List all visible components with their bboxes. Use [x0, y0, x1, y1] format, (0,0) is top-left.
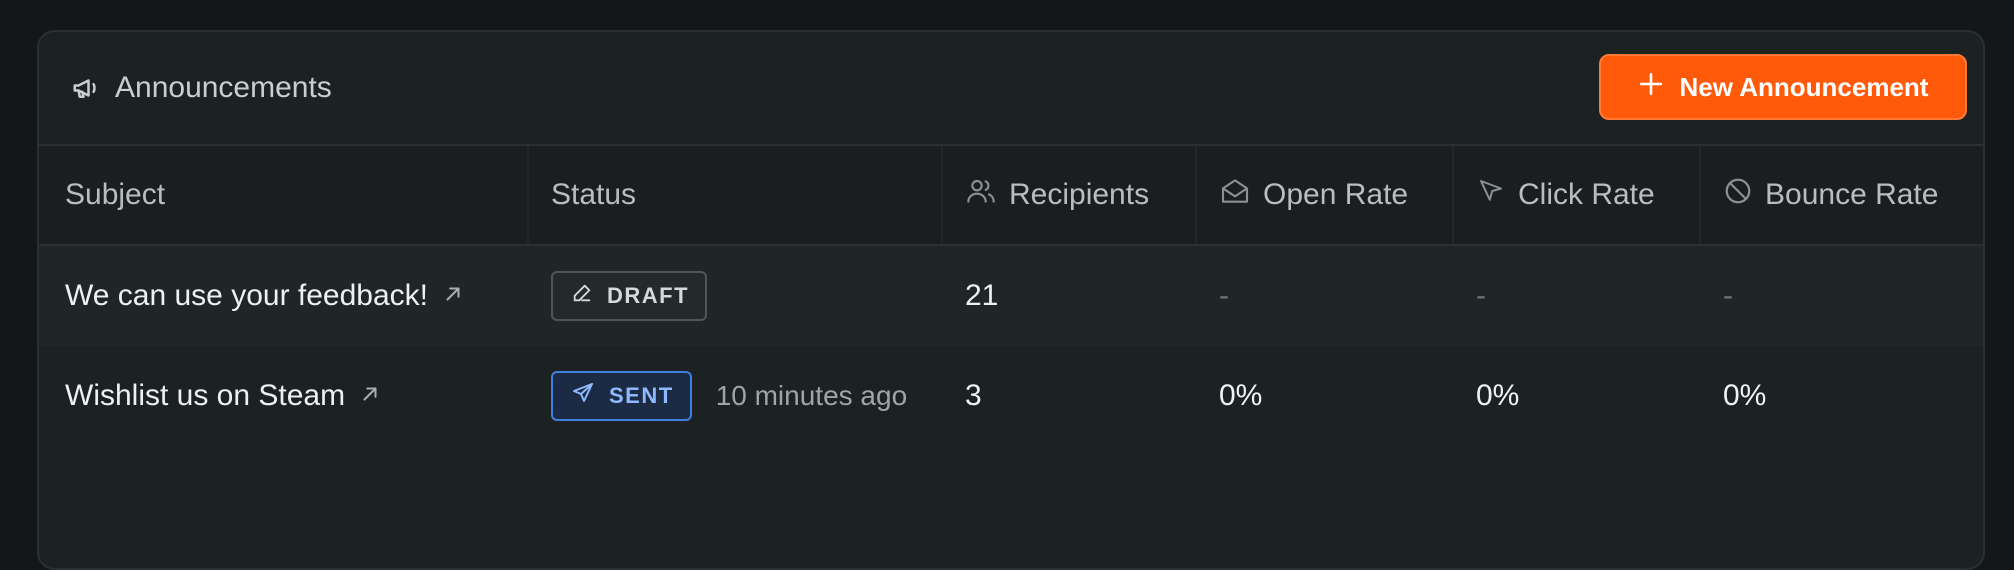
column-header-label: Click Rate — [1518, 178, 1655, 211]
status-label: SENT — [609, 383, 674, 408]
users-icon — [965, 175, 997, 215]
send-icon — [571, 381, 595, 411]
recipients-cell: 21 — [965, 279, 999, 312]
column-header-open-rate[interactable]: Open Rate — [1219, 146, 1408, 244]
click-rate-cell: 0% — [1476, 379, 1520, 412]
external-link-icon — [359, 379, 381, 413]
click-rate-cell: - — [1476, 279, 1486, 312]
megaphone-icon — [71, 73, 101, 103]
column-header-bounce-rate[interactable]: Bounce Rate — [1723, 146, 1938, 244]
table-row[interactable]: We can use your feedback! DRAFT 21 - - - — [39, 246, 1983, 346]
announcements-panel: Announcements New Announcement Subject S… — [37, 30, 1985, 570]
new-announcement-label: New Announcement — [1679, 71, 1929, 102]
status-cell: SENT 10 minutes ago — [551, 346, 907, 446]
subject-text: Wishlist us on Steam — [65, 379, 346, 412]
column-header-label: Recipients — [1009, 178, 1150, 211]
status-badge: SENT — [551, 371, 692, 421]
external-link-icon — [442, 279, 464, 313]
plus-icon — [1638, 71, 1664, 104]
subject-text: We can use your feedback! — [65, 279, 428, 312]
column-divider — [1195, 146, 1197, 244]
panel-title: Announcements — [71, 32, 332, 144]
cursor-icon — [1476, 176, 1506, 214]
status-badge: DRAFT — [551, 271, 708, 321]
ban-icon — [1723, 176, 1753, 214]
open-rate-cell: 0% — [1219, 379, 1263, 412]
panel-header: Announcements New Announcement — [39, 32, 1983, 146]
sent-time: 10 minutes ago — [715, 380, 908, 411]
table-row[interactable]: Wishlist us on Steam SENT 10 minutes ago… — [39, 346, 1983, 446]
bounce-rate-cell: 0% — [1723, 379, 1767, 412]
column-header-label: Bounce Rate — [1765, 178, 1939, 211]
column-divider — [1452, 146, 1454, 244]
announcements-table: Subject Status Recipients Open Rate Clic… — [39, 146, 1983, 446]
recipients-cell: 3 — [965, 379, 982, 412]
column-header-subject[interactable]: Subject — [65, 146, 165, 244]
subject-link[interactable]: Wishlist us on Steam — [65, 346, 381, 446]
status-label: DRAFT — [607, 283, 690, 308]
column-header-recipients[interactable]: Recipients — [965, 146, 1149, 244]
column-header-status[interactable]: Status — [551, 146, 636, 244]
new-announcement-button[interactable]: New Announcement — [1599, 54, 1967, 120]
subject-link[interactable]: We can use your feedback! — [65, 246, 464, 346]
open-rate-cell: - — [1219, 279, 1229, 312]
open-envelope-icon — [1219, 175, 1251, 215]
table-header-row: Subject Status Recipients Open Rate Clic… — [39, 146, 1983, 246]
column-divider — [941, 146, 943, 244]
bounce-rate-cell: - — [1723, 279, 1733, 312]
panel-title-text: Announcements — [115, 71, 332, 104]
pencil-icon — [571, 282, 593, 310]
column-header-label: Status — [551, 178, 637, 211]
column-header-label: Subject — [65, 178, 166, 211]
column-divider — [527, 146, 529, 244]
column-header-click-rate[interactable]: Click Rate — [1476, 146, 1655, 244]
status-cell: DRAFT — [551, 246, 708, 346]
column-divider — [1699, 146, 1701, 244]
column-header-label: Open Rate — [1263, 178, 1409, 211]
